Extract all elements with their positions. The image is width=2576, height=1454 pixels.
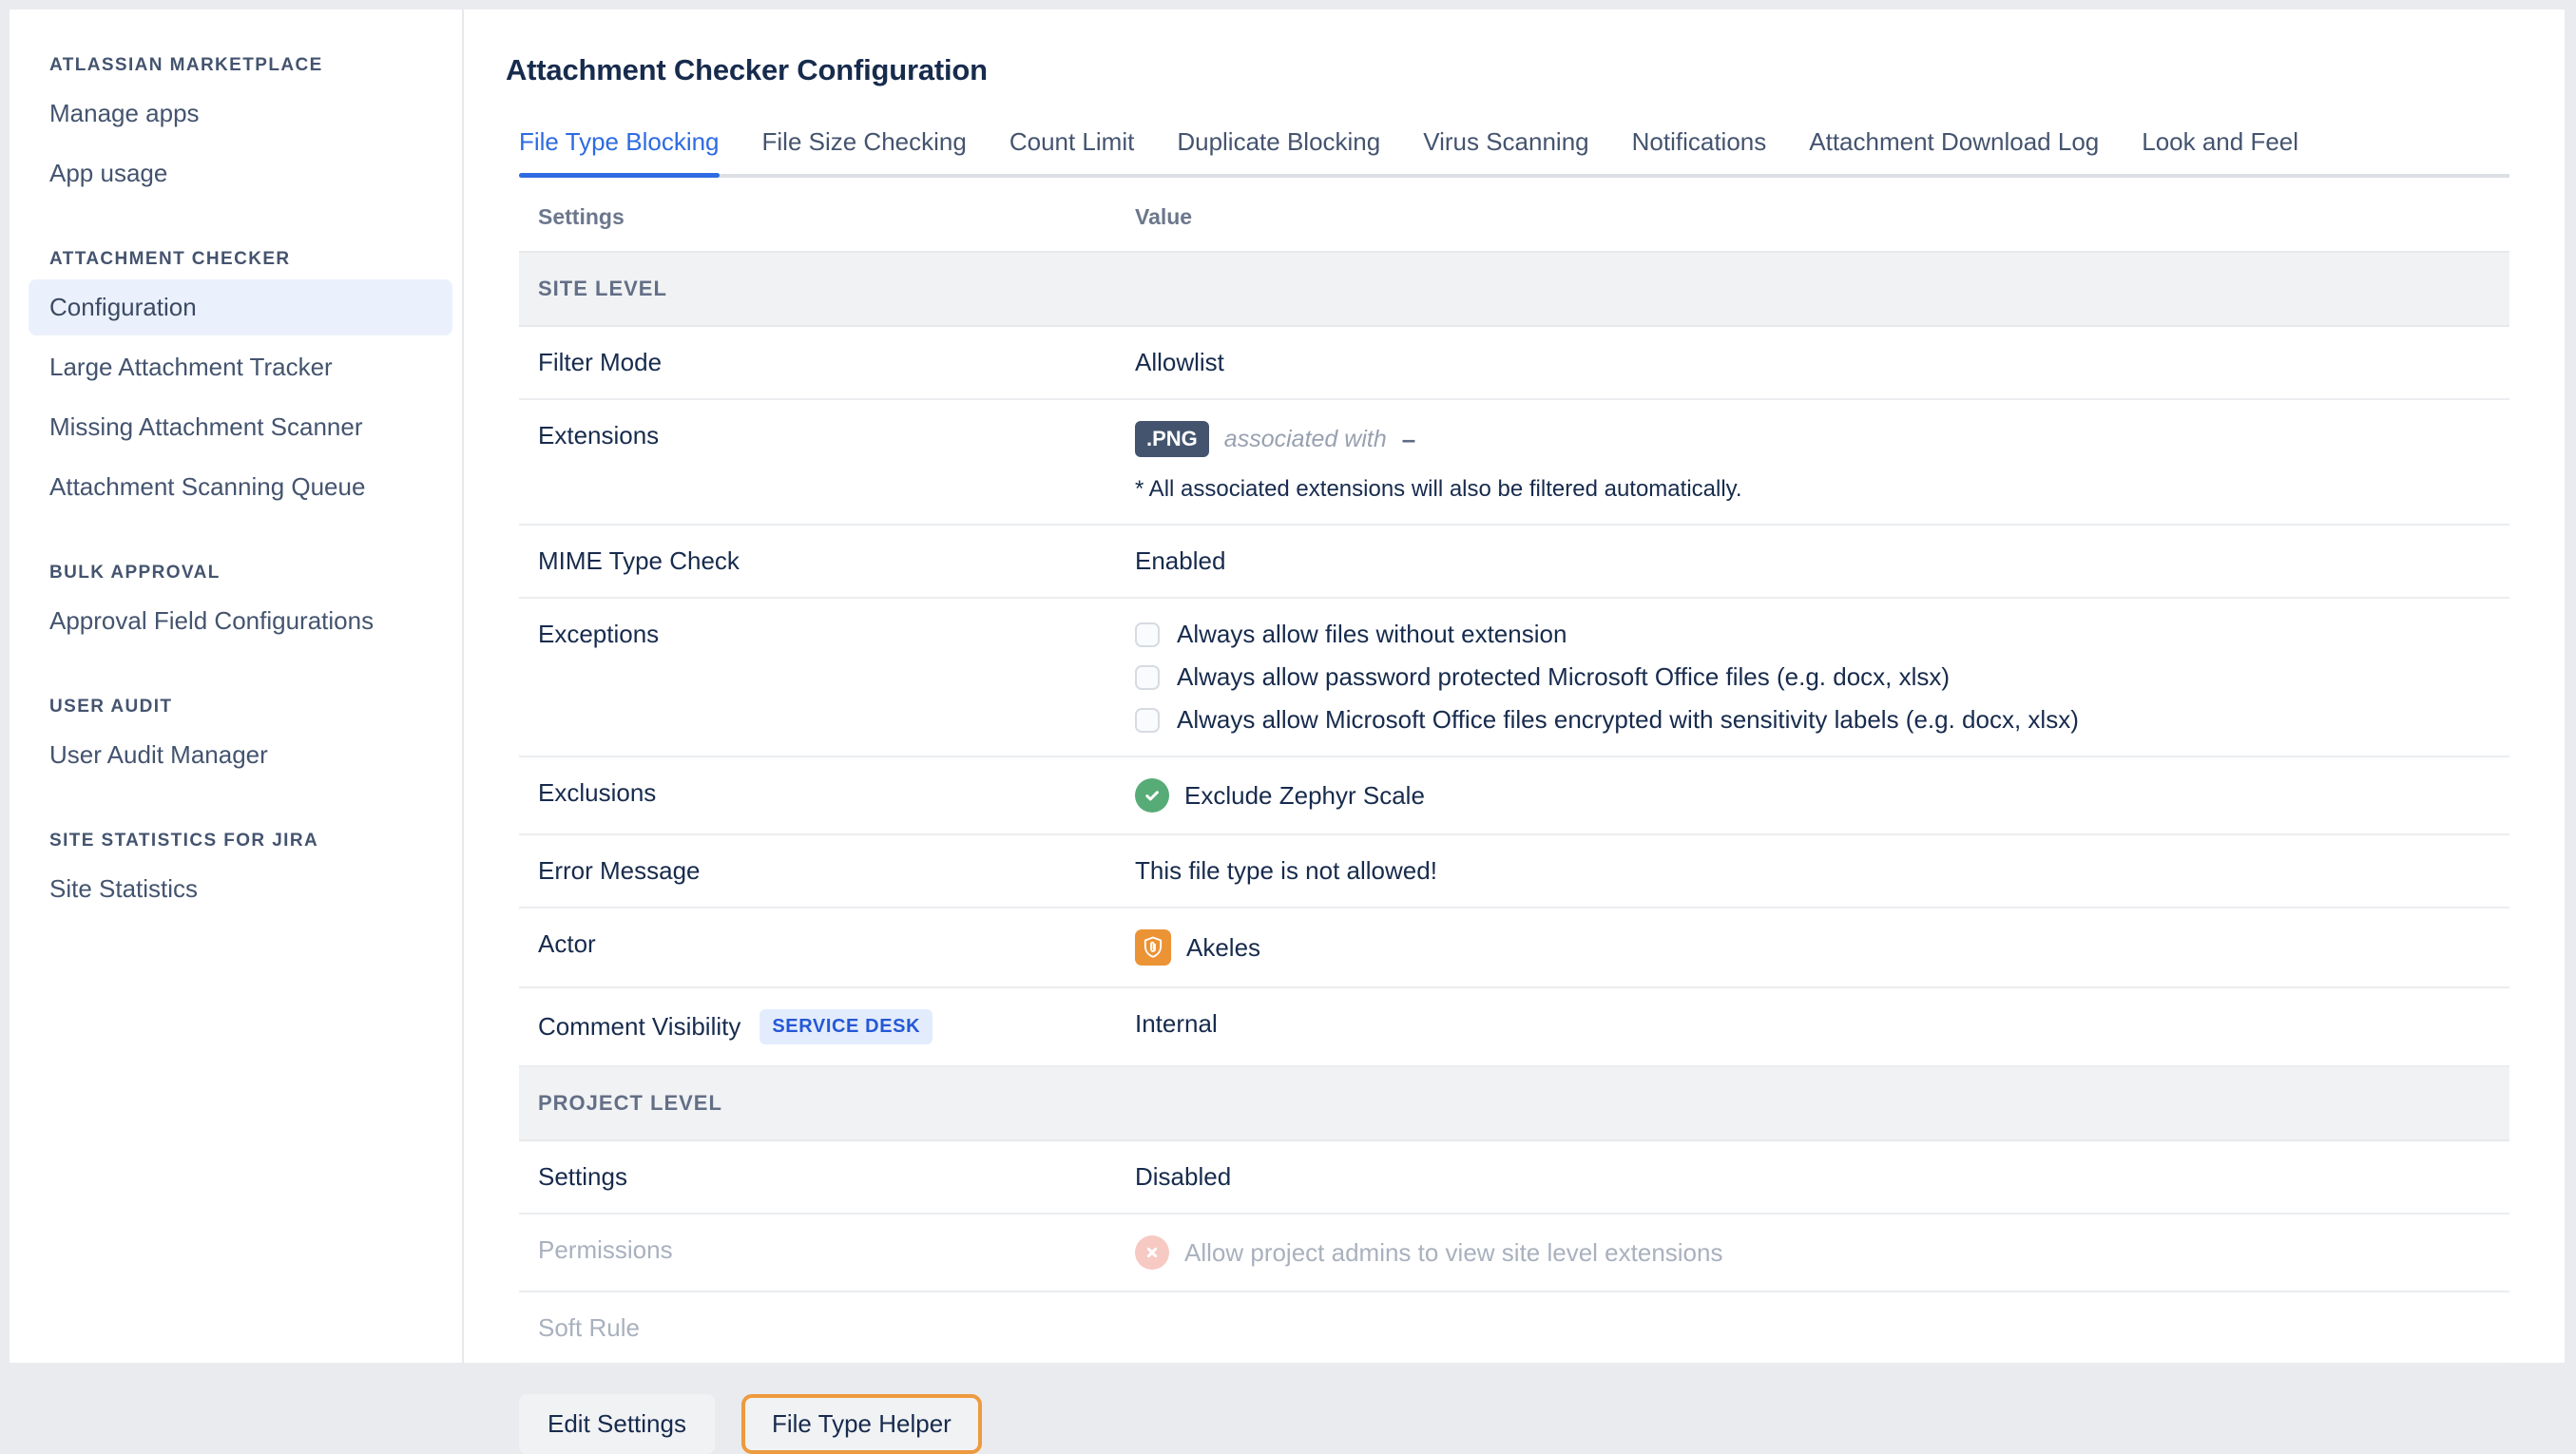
table-row: Exclusions Exclude Zephyr Scale	[519, 756, 2509, 834]
section-row-site-level: SITE LEVEL	[519, 252, 2509, 326]
configuration-table: Settings Value SITE LEVEL Filter Mode Al…	[519, 178, 2509, 1366]
page-title: Attachment Checker Configuration	[506, 53, 2509, 87]
edit-settings-button[interactable]: Edit Settings	[519, 1394, 715, 1454]
checkbox-label: Always allow files without extension	[1177, 620, 1567, 649]
main-content: Attachment Checker Configuration File Ty…	[464, 10, 2565, 1363]
sidebar-section-site-statistics: SITE STATISTICS FOR JIRA Site Statistics	[29, 831, 452, 917]
sidebar-heading-user-audit: USER AUDIT	[49, 697, 452, 717]
x-circle-icon	[1135, 1235, 1169, 1270]
filter-mode-label: Filter Mode	[519, 326, 1135, 399]
project-settings-label: Settings	[519, 1140, 1135, 1214]
sidebar-item-site-statistics[interactable]: Site Statistics	[29, 861, 452, 917]
exceptions-label: Exceptions	[519, 598, 1135, 756]
extension-badge: .PNG	[1135, 421, 1209, 457]
associated-with-text: associated with	[1224, 426, 1387, 453]
sidebar-item-attachment-scanning-queue[interactable]: Attachment Scanning Queue	[29, 459, 452, 515]
sidebar-item-configuration[interactable]: Configuration	[29, 279, 452, 335]
exceptions-value: Always allow files without extension Alw…	[1135, 598, 2509, 756]
exclusions-label: Exclusions	[519, 756, 1135, 834]
error-message-value: This file type is not allowed!	[1135, 834, 2509, 908]
associated-with-value: –	[1402, 425, 1415, 454]
checkbox-label: Always allow Microsoft Office files encr…	[1177, 705, 2079, 735]
tab-virus-scanning[interactable]: Virus Scanning	[1423, 127, 1588, 174]
mime-type-check-label: MIME Type Check	[519, 525, 1135, 598]
tab-file-size-checking[interactable]: File Size Checking	[762, 127, 967, 174]
permissions-text: Allow project admins to view site level …	[1184, 1238, 1722, 1268]
tab-bar: File Type Blocking File Size Checking Co…	[519, 127, 2509, 178]
sidebar-heading-atlassian-marketplace: ATLASSIAN MARKETPLACE	[49, 55, 452, 76]
shield-paperclip-icon	[1135, 929, 1171, 966]
actor-label: Actor	[519, 908, 1135, 987]
sidebar-section-bulk-approval: BULK APPROVAL Approval Field Configurati…	[29, 563, 452, 649]
soft-rule-label: Soft Rule	[519, 1291, 1135, 1365]
checkbox-allow-password-protected-office-files[interactable]	[1135, 665, 1160, 690]
table-row: Extensions .PNG associated with – * All …	[519, 399, 2509, 525]
sidebar-item-manage-apps[interactable]: Manage apps	[29, 86, 452, 142]
tab-file-type-blocking[interactable]: File Type Blocking	[519, 127, 720, 174]
service-desk-badge: SERVICE DESK	[759, 1009, 932, 1044]
check-circle-icon	[1135, 778, 1169, 813]
admin-sidebar: ATLASSIAN MARKETPLACE Manage apps App us…	[10, 10, 464, 1363]
sidebar-item-app-usage[interactable]: App usage	[29, 145, 452, 201]
sidebar-item-user-audit-manager[interactable]: User Audit Manager	[29, 727, 452, 783]
sidebar-item-large-attachment-tracker[interactable]: Large Attachment Tracker	[29, 339, 452, 395]
table-row: Filter Mode Allowlist	[519, 326, 2509, 399]
comment-visibility-label-cell: Comment Visibility SERVICE DESK	[519, 987, 1135, 1066]
table-row: Settings Disabled	[519, 1140, 2509, 1214]
sidebar-heading-bulk-approval: BULK APPROVAL	[49, 563, 452, 584]
sidebar-heading-attachment-checker: ATTACHMENT CHECKER	[49, 249, 452, 270]
extensions-note: * All associated extensions will also be…	[1135, 476, 2509, 503]
sidebar-heading-site-statistics-for-jira: SITE STATISTICS FOR JIRA	[49, 831, 452, 851]
exclusions-value: Exclude Zephyr Scale	[1135, 756, 2509, 834]
section-row-project-level: PROJECT LEVEL	[519, 1066, 2509, 1140]
table-row: Comment Visibility SERVICE DESK Internal	[519, 987, 2509, 1066]
tab-duplicate-blocking[interactable]: Duplicate Blocking	[1177, 127, 1380, 174]
tab-count-limit[interactable]: Count Limit	[1009, 127, 1135, 174]
tab-notifications[interactable]: Notifications	[1632, 127, 1767, 174]
filter-mode-value: Allowlist	[1135, 326, 2509, 399]
table-row: Error Message This file type is not allo…	[519, 834, 2509, 908]
permissions-value: Allow project admins to view site level …	[1135, 1214, 2509, 1291]
tab-look-and-feel[interactable]: Look and Feel	[2142, 127, 2298, 174]
sidebar-section-attachment-checker: ATTACHMENT CHECKER Configuration Large A…	[29, 249, 452, 515]
table-row: MIME Type Check Enabled	[519, 525, 2509, 598]
action-buttons: Edit Settings File Type Helper	[519, 1394, 2509, 1454]
table-row: Actor Akeles	[519, 908, 2509, 987]
sidebar-item-approval-field-configurations[interactable]: Approval Field Configurations	[29, 593, 452, 649]
site-level-section-header: SITE LEVEL	[519, 252, 2509, 326]
error-message-label: Error Message	[519, 834, 1135, 908]
app-window: ATLASSIAN MARKETPLACE Manage apps App us…	[10, 10, 2565, 1363]
table-header-row: Settings Value	[519, 178, 2509, 252]
permissions-label: Permissions	[519, 1214, 1135, 1291]
column-header-value: Value	[1135, 178, 2509, 252]
comment-visibility-value: Internal	[1135, 987, 2509, 1066]
project-level-section-header: PROJECT LEVEL	[519, 1066, 2509, 1140]
mime-type-check-value: Enabled	[1135, 525, 2509, 598]
checkbox-label: Always allow password protected Microsof…	[1177, 662, 1950, 692]
actor-name: Akeles	[1186, 933, 1260, 963]
soft-rule-value	[1135, 1291, 2509, 1365]
checkbox-allow-files-without-extension[interactable]	[1135, 622, 1160, 647]
project-settings-value: Disabled	[1135, 1140, 2509, 1214]
table-row: Soft Rule	[519, 1291, 2509, 1365]
sidebar-item-missing-attachment-scanner[interactable]: Missing Attachment Scanner	[29, 399, 452, 455]
extensions-label: Extensions	[519, 399, 1135, 525]
column-header-settings: Settings	[519, 178, 1135, 252]
table-row: Exceptions Always allow files without ex…	[519, 598, 2509, 756]
sidebar-section-user-audit: USER AUDIT User Audit Manager	[29, 697, 452, 783]
actor-value: Akeles	[1135, 908, 2509, 987]
extensions-value: .PNG associated with – * All associated …	[1135, 399, 2509, 525]
tab-attachment-download-log[interactable]: Attachment Download Log	[1809, 127, 2099, 174]
sidebar-section-marketplace: ATLASSIAN MARKETPLACE Manage apps App us…	[29, 55, 452, 201]
checkbox-allow-sensitivity-label-office-files[interactable]	[1135, 708, 1160, 733]
comment-visibility-label: Comment Visibility	[538, 1012, 740, 1042]
file-type-helper-button[interactable]: File Type Helper	[741, 1394, 982, 1454]
exclusions-text: Exclude Zephyr Scale	[1184, 781, 1425, 811]
table-row: Permissions Allow project admins to view…	[519, 1214, 2509, 1291]
